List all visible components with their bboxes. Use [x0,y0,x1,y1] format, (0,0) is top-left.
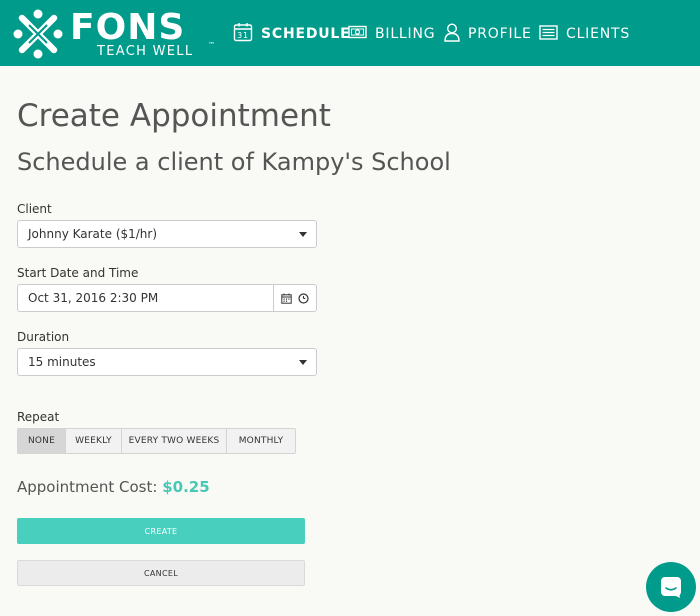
client-select[interactable]: Johnny Karate ($1/hr) [17,220,317,248]
start-datetime-label: Start Date and Time [17,266,139,280]
page-subtitle: Schedule a client of Kampy's School [17,148,451,176]
calendar-icon-day: 31 [237,31,249,40]
brand-name: FONS [70,7,186,48]
nav-schedule-label: SCHEDULE [261,26,351,42]
fons-logo-mark-icon [13,9,63,59]
datetime-addon [273,285,316,311]
cancel-button[interactable]: CANCEL [17,560,305,586]
brand-tagline: TEACH WELL [97,44,194,59]
fons-logo[interactable]: FONS ™ TEACH WELL [12,7,217,60]
nav-billing-label: BILLING [375,26,436,42]
nav-clients[interactable]: CLIENTS [539,22,630,46]
trademark-symbol: ™ [208,41,215,49]
duration-select-value: 15 minutes [28,355,96,369]
clock-picker-icon[interactable] [298,289,309,308]
start-datetime-input[interactable]: Oct 31, 2016 2:30 PM [18,285,273,311]
repeat-monthly-button[interactable]: MONTHLY [226,428,296,454]
duration-label: Duration [17,330,70,344]
start-datetime-field: Oct 31, 2016 2:30 PM [17,284,317,312]
client-label: Client [17,202,52,216]
repeat-every-two-weeks-button[interactable]: EVERY TWO WEEKS [121,428,227,454]
user-icon [444,22,460,46]
client-select-value: Johnny Karate ($1/hr) [28,227,158,241]
nav-profile-label: PROFILE [468,26,532,42]
appointment-cost: Appointment Cost: $0.25 [17,477,210,497]
nav-clients-label: CLIENTS [566,26,631,42]
calendar-icon: 31 [233,22,253,46]
chat-launcher-button[interactable] [646,562,696,612]
appointment-cost-label: Appointment Cost: [17,478,158,496]
repeat-weekly-button[interactable]: WEEKLY [65,428,122,454]
chat-icon [661,577,681,598]
caret-down-icon [299,360,307,365]
caret-down-icon [299,232,307,237]
list-icon [539,24,558,44]
repeat-label: Repeat [17,410,60,424]
calendar-picker-icon[interactable] [281,289,292,308]
page-title: Create Appointment [17,98,331,134]
repeat-none-button[interactable]: NONE [17,428,66,454]
money-icon [348,25,367,43]
repeat-options: NONE WEEKLY EVERY TWO WEEKS MONTHLY [17,428,296,454]
duration-select[interactable]: 15 minutes [17,348,317,376]
nav-schedule[interactable]: 31 SCHEDULE [233,22,351,46]
top-navbar: FONS ™ TEACH WELL 31 SCHEDULE BILLING PR… [0,0,700,66]
nav-billing[interactable]: BILLING [348,22,435,46]
appointment-cost-value: $0.25 [162,478,210,496]
nav-profile[interactable]: PROFILE [444,22,532,46]
create-button[interactable]: CREATE [17,518,305,544]
